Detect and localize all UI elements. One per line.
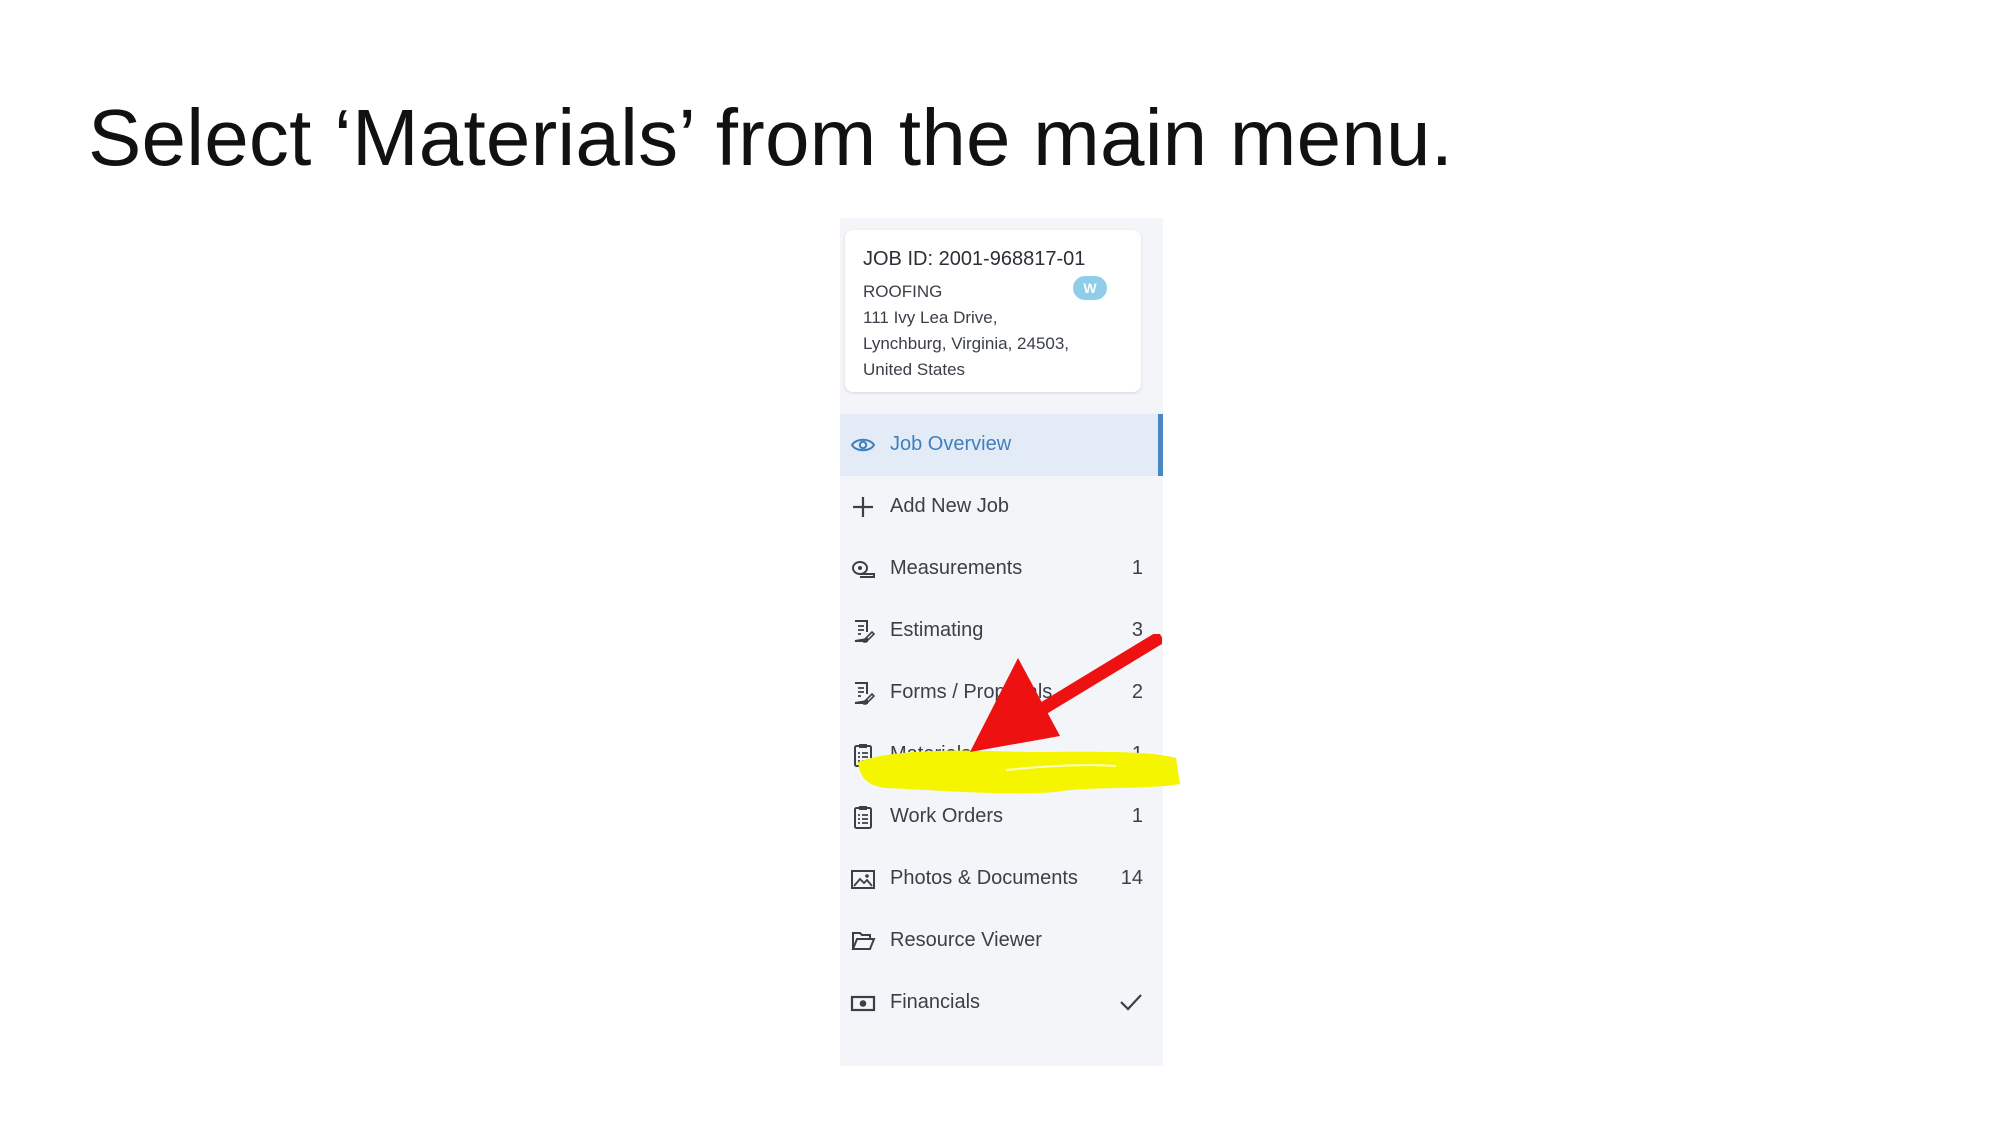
job-address-line3: United States — [863, 360, 966, 379]
eye-icon — [850, 438, 876, 452]
image-icon — [851, 870, 875, 889]
menu-item-add-new-job[interactable]: Add New Job — [840, 476, 1163, 538]
checkmark-icon — [1120, 994, 1142, 1011]
menu-item-label: Job Overview — [890, 433, 1012, 455]
job-status-badge: W — [1073, 276, 1107, 300]
slide-title: Select ‘Materials’ from the main menu. — [88, 93, 1454, 182]
clipboard-list-icon — [854, 806, 872, 829]
menu-item-financials[interactable]: Financials — [840, 972, 1163, 1034]
menu-item-label: Photos & Documents — [890, 867, 1078, 889]
menu-item-label: Resource Viewer — [890, 929, 1042, 951]
menu-item-count: 1 — [1131, 805, 1143, 827]
menu-item-label: Financials — [890, 991, 981, 1013]
menu-item-count: 1 — [1131, 557, 1143, 579]
menu-item-resource-viewer[interactable]: Resource Viewer — [840, 910, 1163, 972]
job-address-line2: Lynchburg, Virginia, 24503, — [863, 334, 1070, 353]
document-edit-icon — [854, 682, 876, 705]
job-info-card: JOB ID: 2001-968817-01 ROOFING W 111 Ivy… — [845, 230, 1141, 392]
menu-item-job-overview[interactable]: Job Overview — [840, 414, 1163, 476]
folder-open-icon — [851, 932, 876, 950]
document-edit-icon — [854, 620, 876, 643]
menu-item-photos-documents[interactable]: Photos & Documents 14 — [840, 848, 1163, 910]
job-address-line1: 111 Ivy Lea Drive, — [863, 308, 998, 327]
money-icon — [850, 995, 876, 1012]
menu-item-measurements[interactable]: Measurements 1 — [840, 538, 1163, 600]
job-type: ROOFING — [863, 282, 943, 301]
menu-item-label: Add New Job — [890, 495, 1009, 517]
menu-item-label: Measurements — [890, 557, 1023, 579]
menu-item-label: Work Orders — [890, 805, 1003, 827]
measuring-tape-icon — [852, 561, 875, 578]
menu-item-count: 14 — [1120, 867, 1143, 889]
plus-icon — [853, 497, 873, 517]
job-id: JOB ID: 2001-968817-01 — [863, 248, 1086, 270]
red-arrow-annotation — [970, 634, 1162, 752]
